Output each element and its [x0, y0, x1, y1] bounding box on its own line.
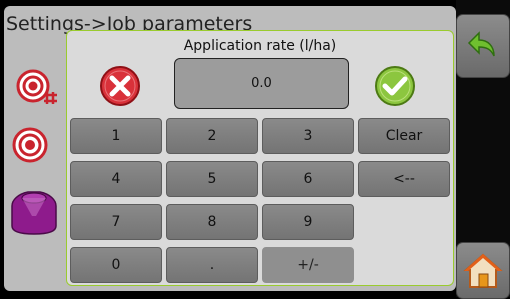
target-icon	[12, 127, 48, 163]
home-icon	[463, 253, 503, 288]
nozzle-icon	[11, 191, 57, 235]
screen: Settings->Job parameters Application rat…	[0, 0, 510, 299]
cancel-button[interactable]	[99, 65, 141, 107]
confirm-icon	[375, 66, 415, 106]
back-arrow-icon	[467, 31, 495, 57]
numeric-entry-dialog: Application rate (l/ha) 0.0 1 2 3 Clear …	[66, 30, 454, 286]
key-1[interactable]: 1	[70, 118, 162, 154]
clear-key[interactable]: Clear	[358, 118, 450, 154]
sign-toggle-key[interactable]: +/-	[262, 247, 354, 283]
back-button[interactable]	[456, 14, 510, 78]
key-9[interactable]: 9	[262, 204, 354, 240]
decimal-key[interactable]: .	[166, 247, 258, 283]
key-0[interactable]: 0	[70, 247, 162, 283]
cancel-icon	[100, 66, 140, 106]
home-button[interactable]	[456, 242, 510, 299]
key-5[interactable]: 5	[166, 161, 258, 197]
backspace-key[interactable]: <--	[358, 161, 450, 197]
key-3[interactable]: 3	[262, 118, 354, 154]
confirm-button[interactable]	[374, 65, 416, 107]
key-6[interactable]: 6	[262, 161, 354, 197]
dialog-title: Application rate (l/ha)	[183, 38, 337, 54]
key-8[interactable]: 8	[166, 204, 258, 240]
key-7[interactable]: 7	[70, 204, 162, 240]
target-hash-icon	[16, 69, 57, 104]
key-4[interactable]: 4	[70, 161, 162, 197]
key-2[interactable]: 2	[166, 118, 258, 154]
value-field[interactable]: 0.0	[174, 58, 349, 109]
